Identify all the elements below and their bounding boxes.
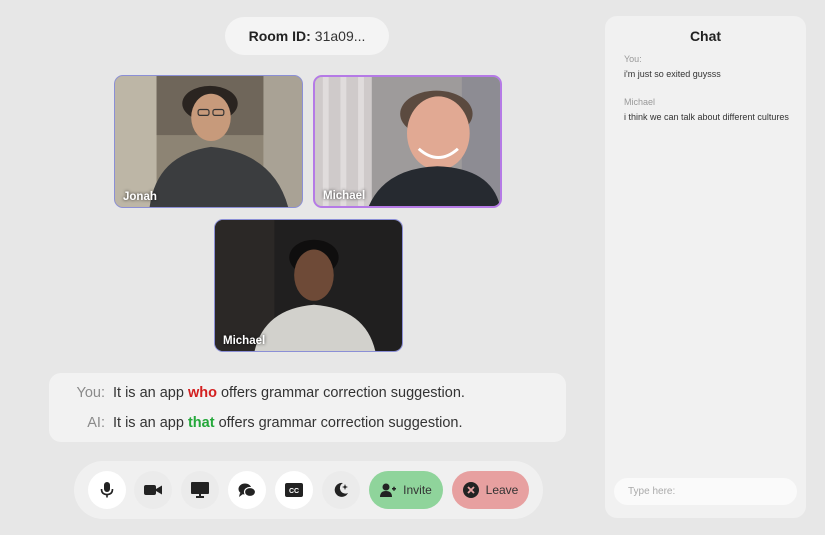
- caption-speaker-ai: AI:: [87, 415, 105, 431]
- caption-after: offers grammar correction suggestion.: [216, 385, 465, 401]
- chat-message: Michael i think we can talk about differ…: [624, 97, 794, 123]
- room-id-label: Room ID:: [248, 28, 311, 44]
- participant-video: [215, 220, 402, 351]
- message-text: i think we can talk about different cult…: [624, 112, 789, 122]
- caption-speaker-you: You:: [76, 385, 106, 401]
- participant-video: [315, 77, 500, 206]
- screen-share-icon: [191, 482, 209, 498]
- caption-text: It is an app who offers grammar correcti…: [113, 385, 465, 401]
- closed-captions-icon: CC: [285, 483, 303, 497]
- room-id-pill: Room ID: 31a09...: [225, 17, 389, 55]
- chat-input[interactable]: [614, 478, 797, 505]
- corrected-word: that: [187, 415, 215, 431]
- captions-panel: You: It is an app who offers grammar cor…: [49, 373, 566, 442]
- close-circle-icon: [462, 482, 479, 498]
- room-id-value: 31a09...: [314, 28, 366, 44]
- microphone-icon: [100, 482, 114, 498]
- chat-panel: Chat You: i'm just so exited guysss Mich…: [605, 16, 806, 518]
- caption-text: It is an app that offers grammar correct…: [113, 415, 463, 431]
- screen-share-button[interactable]: [181, 471, 219, 509]
- call-controls-bar: CC Invite Leave: [74, 461, 543, 519]
- chat-bubbles-icon: [238, 483, 256, 498]
- camera-icon: [144, 485, 162, 495]
- message-author: Michael: [624, 97, 656, 107]
- captions-button[interactable]: CC: [275, 471, 313, 509]
- message-author: You:: [624, 54, 642, 64]
- invite-button[interactable]: Invite: [369, 471, 443, 509]
- participant-video: [115, 76, 302, 207]
- chat-toggle-button[interactable]: [228, 471, 266, 509]
- caption-before: It is an app: [113, 415, 188, 431]
- video-tile-michael-active[interactable]: Michael: [313, 75, 502, 208]
- ai-caption: AI: It is an app that offers grammar cor…: [49, 415, 566, 431]
- svg-text:CC: CC: [289, 488, 299, 495]
- chat-message: You: i'm just so exited guysss: [624, 54, 794, 80]
- ai-assist-button[interactable]: [322, 471, 360, 509]
- video-tile-jonah[interactable]: Jonah: [114, 75, 303, 208]
- invite-label: Invite: [403, 483, 432, 497]
- ai-assist-icon: [334, 482, 348, 497]
- caption-before: It is an app: [113, 385, 188, 401]
- incorrect-word: who: [187, 385, 217, 401]
- leave-button[interactable]: Leave: [452, 471, 529, 509]
- video-tile-michael[interactable]: Michael: [214, 219, 403, 352]
- caption-after: offers grammar correction suggestion.: [214, 415, 463, 431]
- microphone-button[interactable]: [88, 471, 126, 509]
- participant-name: Michael: [323, 190, 366, 202]
- user-caption: You: It is an app who offers grammar cor…: [49, 385, 566, 401]
- participant-name: Michael: [223, 335, 266, 347]
- participant-name: Jonah: [123, 191, 157, 203]
- add-person-icon: [380, 483, 397, 497]
- chat-title: Chat: [689, 28, 722, 44]
- message-text: i'm just so exited guysss: [624, 69, 721, 79]
- camera-button[interactable]: [134, 471, 172, 509]
- leave-label: Leave: [485, 483, 519, 497]
